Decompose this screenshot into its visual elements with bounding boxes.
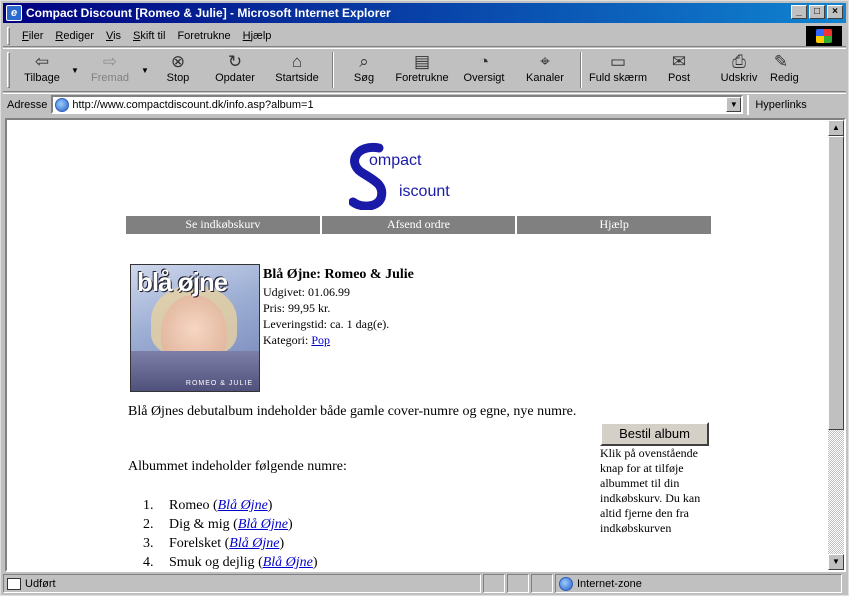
favorites-folder-icon: ▤ — [413, 52, 431, 71]
nav-send-order[interactable]: Afsend ordre — [321, 216, 518, 234]
address-url[interactable]: http://www.compactdiscount.dk/info.asp?a… — [72, 99, 313, 111]
menu-hjaelp[interactable]: Hjælp — [237, 30, 278, 42]
cover-subtitle: ROMEO & JULIE — [185, 380, 253, 387]
stop-icon: ⊗ — [170, 52, 186, 71]
minimize-button[interactable]: _ — [791, 5, 807, 19]
status-bar: Udført Internet-zone — [3, 574, 846, 594]
menu-rediger[interactable]: Rediger — [49, 30, 100, 42]
page-content: ompact iscount Se indkøbskurv Afsend ord… — [5, 118, 846, 572]
logo-discount-text: iscount — [399, 183, 450, 200]
refresh-icon: ↻ — [227, 52, 243, 71]
mail-button[interactable]: ✉ Post — [650, 49, 708, 91]
title-bar[interactable]: e Compact Discount [Romeo & Julie] - Mic… — [3, 3, 846, 23]
album-price: Pris: 99,95 kr. — [263, 301, 331, 315]
status-panel: Udført — [3, 574, 481, 593]
track-artist-link[interactable]: Blå Øjne — [263, 553, 313, 570]
menu-bar: Filer Rediger Vis Skift til Foretrukne H… — [3, 25, 846, 47]
track-list: 1. Romeo (Blå Øjne) 2. Dig & mig (Blå Øjne… — [143, 496, 318, 570]
track-artist-link[interactable]: Blå Øjne — [229, 534, 279, 553]
toolbar-grip[interactable] — [7, 52, 10, 88]
track-artist-link[interactable]: Blå Øjne — [238, 515, 288, 534]
edit-button[interactable]: ✎ Redig — [770, 49, 810, 91]
status-text: Udført — [25, 577, 56, 590]
scroll-thumb[interactable] — [828, 136, 844, 430]
album-title: Blå Øjne: Romeo & Julie — [263, 267, 414, 282]
list-item: 3. Forelsket (Blå Øjne) — [143, 534, 285, 553]
address-bar: Adresse http://www.compactdiscount.dk/in… — [3, 93, 846, 115]
fullscreen-icon: ▭ — [609, 52, 627, 71]
windows-logo-icon — [806, 26, 842, 46]
list-item: 2. Dig & mig (Blå Øjne) — [143, 515, 293, 534]
refresh-button[interactable]: ↻ Opdater — [204, 49, 266, 91]
album-category: Kategori: Pop — [263, 333, 331, 347]
channels-satellite-icon: ⌖ — [540, 52, 550, 71]
nav-view-cart[interactable]: Se indkøbskurv — [126, 216, 322, 234]
logo-compact-text: ompact — [369, 152, 422, 169]
address-input[interactable]: http://www.compactdiscount.dk/info.asp?a… — [51, 95, 744, 114]
scroll-down-icon[interactable]: ▼ — [828, 554, 844, 570]
back-arrow-icon: ⇦ — [34, 52, 50, 71]
tracks-intro: Albummet indeholder følgende numre: — [128, 459, 347, 474]
scroll-up-icon[interactable]: ▲ — [828, 120, 844, 136]
zone-panel: Internet-zone — [555, 574, 842, 593]
track-artist-link[interactable]: Blå Øjne — [218, 496, 268, 515]
page-done-icon — [7, 577, 21, 590]
compact-discount-logo[interactable]: ompact iscount — [349, 142, 489, 210]
back-button[interactable]: ⇦ Tilbage — [16, 49, 68, 91]
favorites-button[interactable]: ▤ Foretrukne — [390, 49, 454, 91]
standard-toolbar: ⇦ Tilbage ▼ ⇨ Fremad ▼ ⊗ Stop ↻ Opdater … — [3, 48, 846, 92]
browser-window: e Compact Discount [Romeo & Julie] - Mic… — [0, 0, 849, 596]
channels-button[interactable]: ⌖ Kanaler — [514, 49, 576, 91]
home-button[interactable]: ⌂ Startside — [266, 49, 328, 91]
back-dropdown[interactable]: ▼ — [68, 66, 82, 75]
home-icon: ⌂ — [291, 52, 303, 71]
maximize-button[interactable]: □ — [809, 5, 825, 19]
order-help-text: Klik på ovenstående knap for at tilføje … — [600, 446, 701, 535]
history-icon: ◔ — [478, 52, 490, 71]
album-info: Blå Øjne: Romeo & Julie Udgivet: 01.06.9… — [263, 266, 414, 348]
order-album-button[interactable]: Bestil album — [600, 422, 709, 446]
menu-vis[interactable]: Vis — [100, 30, 127, 42]
printer-icon: ⎙ — [732, 52, 746, 71]
album-delivery: Leveringstid: ca. 1 dag(e). — [263, 317, 390, 331]
address-label: Adresse — [7, 98, 48, 111]
page-icon — [55, 97, 70, 112]
list-item: 4. Smuk og dejlig (Blå Øjne) — [143, 553, 318, 570]
stop-button[interactable]: ⊗ Stop — [152, 49, 204, 91]
close-button[interactable]: × — [827, 5, 843, 19]
menu-foretrukne[interactable]: Foretrukne — [171, 30, 236, 42]
menu-filer[interactable]: Filer — [16, 30, 49, 42]
window-title: Compact Discount [Romeo & Julie] - Micro… — [26, 6, 391, 20]
print-button[interactable]: ⎙ Udskriv — [708, 49, 770, 91]
address-dropdown-icon[interactable]: ▼ — [726, 97, 742, 112]
category-link[interactable]: Pop — [311, 333, 330, 347]
ie-icon: e — [6, 5, 22, 21]
fullscreen-button[interactable]: ▭ Fuld skærm — [586, 49, 650, 91]
forward-arrow-icon: ⇨ — [102, 52, 118, 71]
edit-icon: ✎ — [773, 52, 789, 71]
cover-title: blå øjne — [137, 267, 228, 297]
nav-help[interactable]: Hjælp — [517, 216, 712, 234]
internet-zone-icon — [559, 576, 573, 591]
forward-dropdown[interactable]: ▼ — [138, 66, 152, 75]
album-released: Udgivet: 01.06.99 — [263, 285, 350, 299]
search-button[interactable]: ⌕ Søg — [338, 49, 390, 91]
list-item: 1. Romeo (Blå Øjne) — [143, 496, 273, 515]
zone-text: Internet-zone — [577, 577, 642, 590]
links-toolbar[interactable]: Hyperlinks — [747, 94, 807, 115]
vertical-scrollbar[interactable]: ▲ ▼ — [828, 120, 844, 570]
menu-skift-til[interactable]: Skift til — [127, 30, 171, 42]
search-icon: ⌕ — [359, 52, 369, 71]
forward-button[interactable]: ⇨ Fremad — [82, 49, 138, 91]
album-cover: blå øjne ROMEO & JULIE — [130, 264, 260, 392]
album-description: Blå Øjnes debutalbum indeholder både gam… — [128, 404, 577, 419]
mail-icon: ✉ — [671, 52, 687, 71]
menu-grip[interactable] — [7, 26, 10, 45]
history-button[interactable]: ◔ Oversigt — [454, 49, 514, 91]
site-navbar: Se indkøbskurv Afsend ordre Hjælp — [126, 216, 712, 234]
